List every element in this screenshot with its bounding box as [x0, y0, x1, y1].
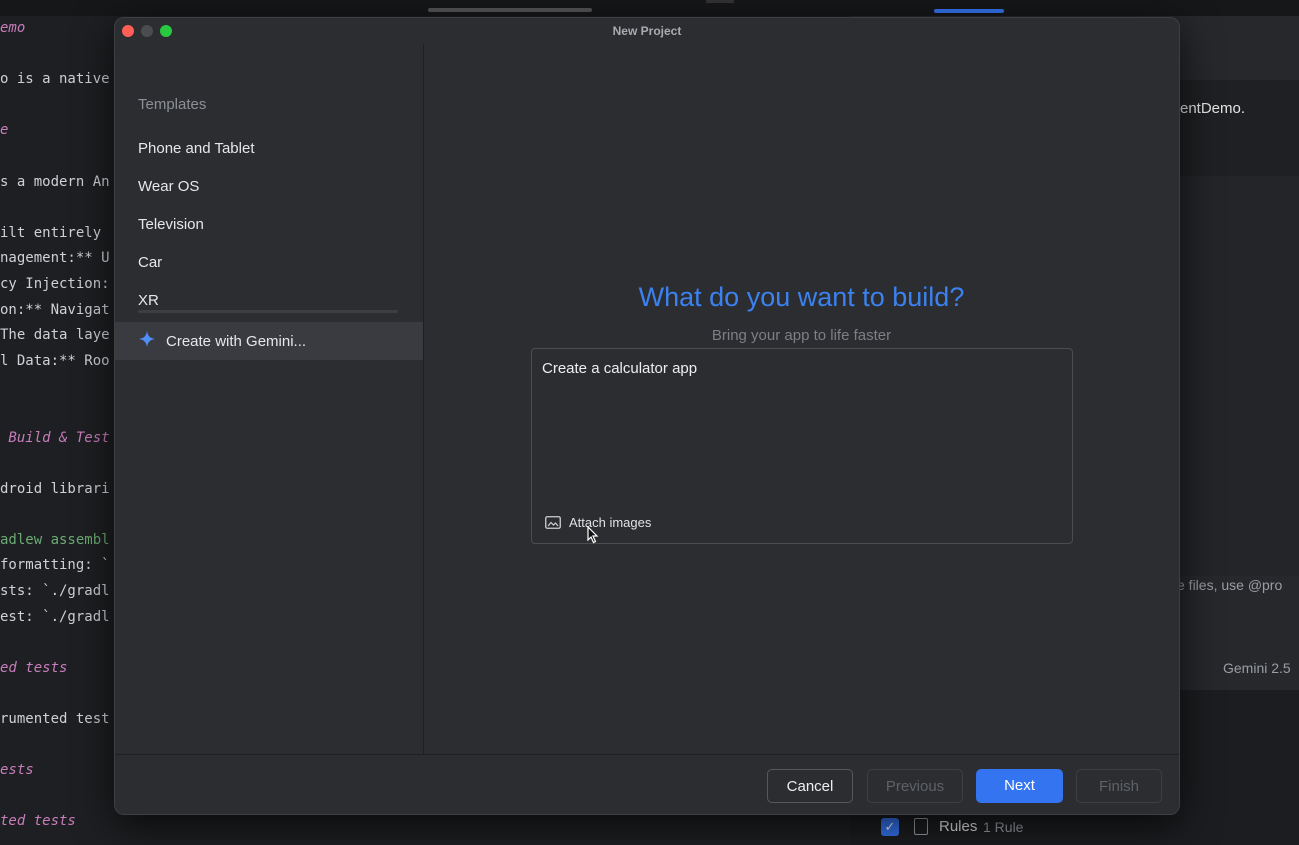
- code-line: on:** Navigat: [0, 302, 110, 318]
- code-line: ed tests: [0, 660, 68, 676]
- subheadline: Bring your app to life faster: [711, 327, 892, 344]
- new-project-dialog: New Project Templates Phone and Tablet W…: [114, 17, 1180, 815]
- sidebar-item-car[interactable]: Car: [138, 254, 162, 271]
- mouse-cursor-icon: [587, 526, 599, 544]
- prompt-input-text[interactable]: Create a calculator app: [542, 360, 697, 377]
- next-button[interactable]: Next: [976, 769, 1063, 803]
- sidebar-item-wear-os[interactable]: Wear OS: [138, 178, 199, 195]
- code-line: ests: [0, 762, 34, 778]
- code-line: l Data:** Roo: [0, 353, 110, 369]
- sidebar-item-phone-tablet[interactable]: Phone and Tablet: [138, 140, 255, 157]
- code-line: rumented test: [0, 711, 110, 727]
- previous-button[interactable]: Previous: [867, 769, 963, 803]
- rules-count: 1 Rule: [983, 819, 1024, 835]
- dialog-titlebar: New Project: [115, 18, 1179, 44]
- rules-checkbox[interactable]: ✓: [881, 818, 899, 836]
- code-line: s a modern An: [0, 174, 110, 190]
- sidebar-item-create-with-gemini[interactable]: Create with Gemini...: [115, 322, 423, 360]
- headline: What do you want to build?: [638, 282, 965, 312]
- code-line: est: `./gradl: [0, 609, 110, 625]
- sidebar-item-television[interactable]: Television: [138, 216, 204, 233]
- code-line: ted tests: [0, 813, 76, 829]
- gemini-sparkle-icon: [138, 330, 156, 348]
- cancel-button[interactable]: Cancel: [767, 769, 853, 803]
- ide-top-bar: [0, 0, 1299, 16]
- code-line: ilt entirely: [0, 225, 102, 241]
- document-icon: [914, 818, 928, 835]
- sidebar-item-xr[interactable]: XR: [138, 292, 159, 309]
- code-line: formatting: `: [0, 557, 110, 573]
- panel-hint-text: e files, use @pro: [1177, 577, 1283, 593]
- scroll-indicator: [428, 8, 592, 12]
- code-line: cy Injection:: [0, 276, 110, 292]
- attach-images-label: Attach images: [569, 515, 652, 530]
- code-line: e: [0, 122, 9, 138]
- sidebar-item-label: Create with Gemini...: [166, 333, 307, 350]
- code-line: nagement:** U: [0, 250, 110, 266]
- code-line: sts: `./gradl: [0, 583, 110, 599]
- rules-label: Rules: [939, 818, 978, 835]
- panel-message-text: entDemo.: [1180, 100, 1246, 117]
- image-icon: [545, 516, 561, 529]
- prompt-input[interactable]: Create a calculator app Attach images: [531, 348, 1073, 544]
- code-line: Build & Test: [0, 430, 110, 446]
- model-selector[interactable]: Gemini 2.5: [1223, 660, 1291, 676]
- code-line: The data laye: [0, 327, 110, 343]
- top-divider: [706, 0, 734, 3]
- main-content: What do you want to build? Bring your ap…: [424, 44, 1179, 754]
- code-line: o is a native: [0, 71, 110, 87]
- code-line: droid librari: [0, 481, 110, 497]
- code-line: emo: [0, 20, 26, 36]
- finish-button[interactable]: Finish: [1076, 769, 1162, 803]
- templates-sidebar: Templates Phone and Tablet Wear OS Telev…: [115, 44, 423, 754]
- templates-heading: Templates: [138, 96, 207, 113]
- dialog-title: New Project: [612, 24, 682, 38]
- dialog-footer: Cancel Previous Next Finish: [115, 754, 1179, 814]
- sidebar-divider: [138, 310, 398, 313]
- code-line: adlew assembl: [0, 532, 110, 548]
- active-tab-indicator: [934, 9, 1004, 13]
